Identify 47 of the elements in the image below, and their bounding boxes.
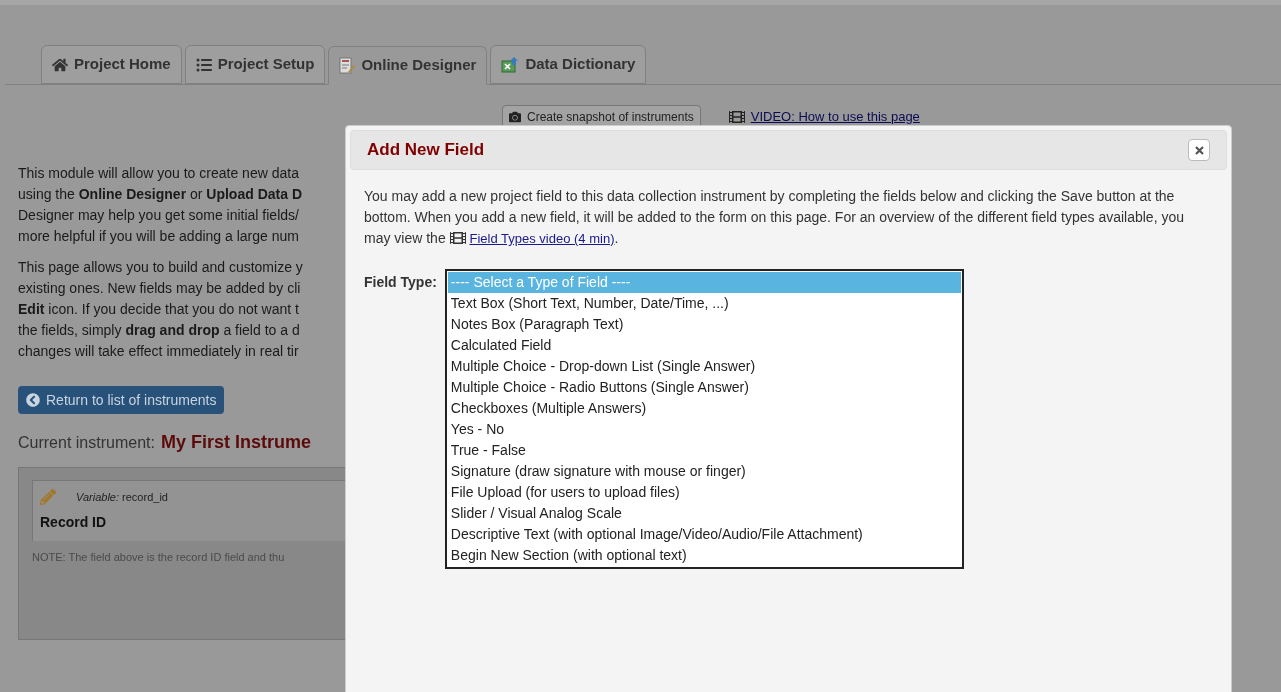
return-button[interactable]: Return to list of instruments xyxy=(18,386,225,414)
field-label: Record ID xyxy=(40,512,108,532)
field-type-listbox[interactable] xyxy=(444,269,964,569)
pencil-icon xyxy=(40,489,56,506)
intro-text-line: using the Online Designer or Upload Data D xyxy=(18,185,303,204)
field-type-option[interactable]: Multiple Choice - Drop-down List (Single Answer) xyxy=(447,356,961,377)
field-type-option[interactable]: Descriptive Text (with optional Image/Video/Audio/File Attachment) xyxy=(447,524,961,545)
nav-tab[interactable]: Online Designer xyxy=(328,46,488,85)
field-type-option[interactable]: True - False xyxy=(447,440,961,461)
field-type-option[interactable]: Signature (draw signature with mouse or finger) xyxy=(447,461,961,482)
close-icon xyxy=(1194,145,1204,155)
dialog-intro: You may add a new project field to this data collection instrument by completing the fields below and clicking the Save button at the bottom. When you add a new field, it will be added to the form on this page. For an overview of the different field types available, you may view the Field Types video (4 min). xyxy=(363,187,1185,248)
help-text-line: This page allows you to build and customize y xyxy=(18,258,304,277)
field-type-option[interactable]: Slider / Visual Analog Scale xyxy=(447,503,961,524)
nav-tab[interactable]: Data Dictionary xyxy=(490,45,647,84)
dialog-title: Add New Field xyxy=(367,139,485,162)
field-type-option[interactable]: Text Box (Short Text, Number, Date/Time, ...) xyxy=(447,293,961,314)
form-pencil-icon xyxy=(339,57,356,74)
video-link[interactable]: VIDEO: How to use this page xyxy=(750,107,920,127)
film-reel-icon xyxy=(728,109,745,125)
home-icon xyxy=(52,56,68,73)
back-arrow-icon xyxy=(26,393,40,407)
field-type-option[interactable]: Yes - No xyxy=(447,419,961,440)
help-text-line: the fields, simply drag and drop a field to a d xyxy=(18,321,301,340)
field-type-option[interactable]: Checkboxes (Multiple Answers) xyxy=(447,398,961,419)
field-type-option[interactable]: Calculated Field xyxy=(447,335,961,356)
intro-text-line: Designer may help you get some initial fields/ xyxy=(18,206,300,225)
field-type-option[interactable]: Begin New Section (with optional text) xyxy=(447,545,961,566)
field-type-option[interactable]: File Upload (for users to upload files) xyxy=(447,482,961,503)
field-type-option[interactable]: Multiple Choice - Radio Buttons (Single Answer) xyxy=(447,377,961,398)
variable-text: Variable: record_id xyxy=(76,490,168,505)
help-text-line: changes will take effect immediately in real tir xyxy=(18,342,300,361)
film-reel-icon xyxy=(449,230,466,246)
list-icon xyxy=(195,56,212,73)
intro-text-line: more helpful if you will be adding a large num xyxy=(18,227,300,246)
field-type-label: Field Type: xyxy=(364,273,437,292)
nav-tab[interactable]: Project Home xyxy=(41,45,182,84)
intro-text-line: This module will allow you to create new data xyxy=(18,164,300,183)
instrument-name: My First Instrume xyxy=(160,432,311,453)
help-text-line: existing ones. New fields may be added by cli xyxy=(18,279,302,298)
camera-icon xyxy=(509,111,521,123)
nav-tab[interactable]: Project Setup xyxy=(184,45,326,84)
current-instrument-label: Current instrument: xyxy=(18,433,155,453)
help-text-line: Edit icon. If you decide that you do not want t xyxy=(18,300,300,319)
spreadsheet-upload-icon xyxy=(501,56,520,73)
close-button[interactable] xyxy=(1188,139,1210,161)
field-type-option[interactable]: Notes Box (Paragraph Text) xyxy=(447,314,961,335)
